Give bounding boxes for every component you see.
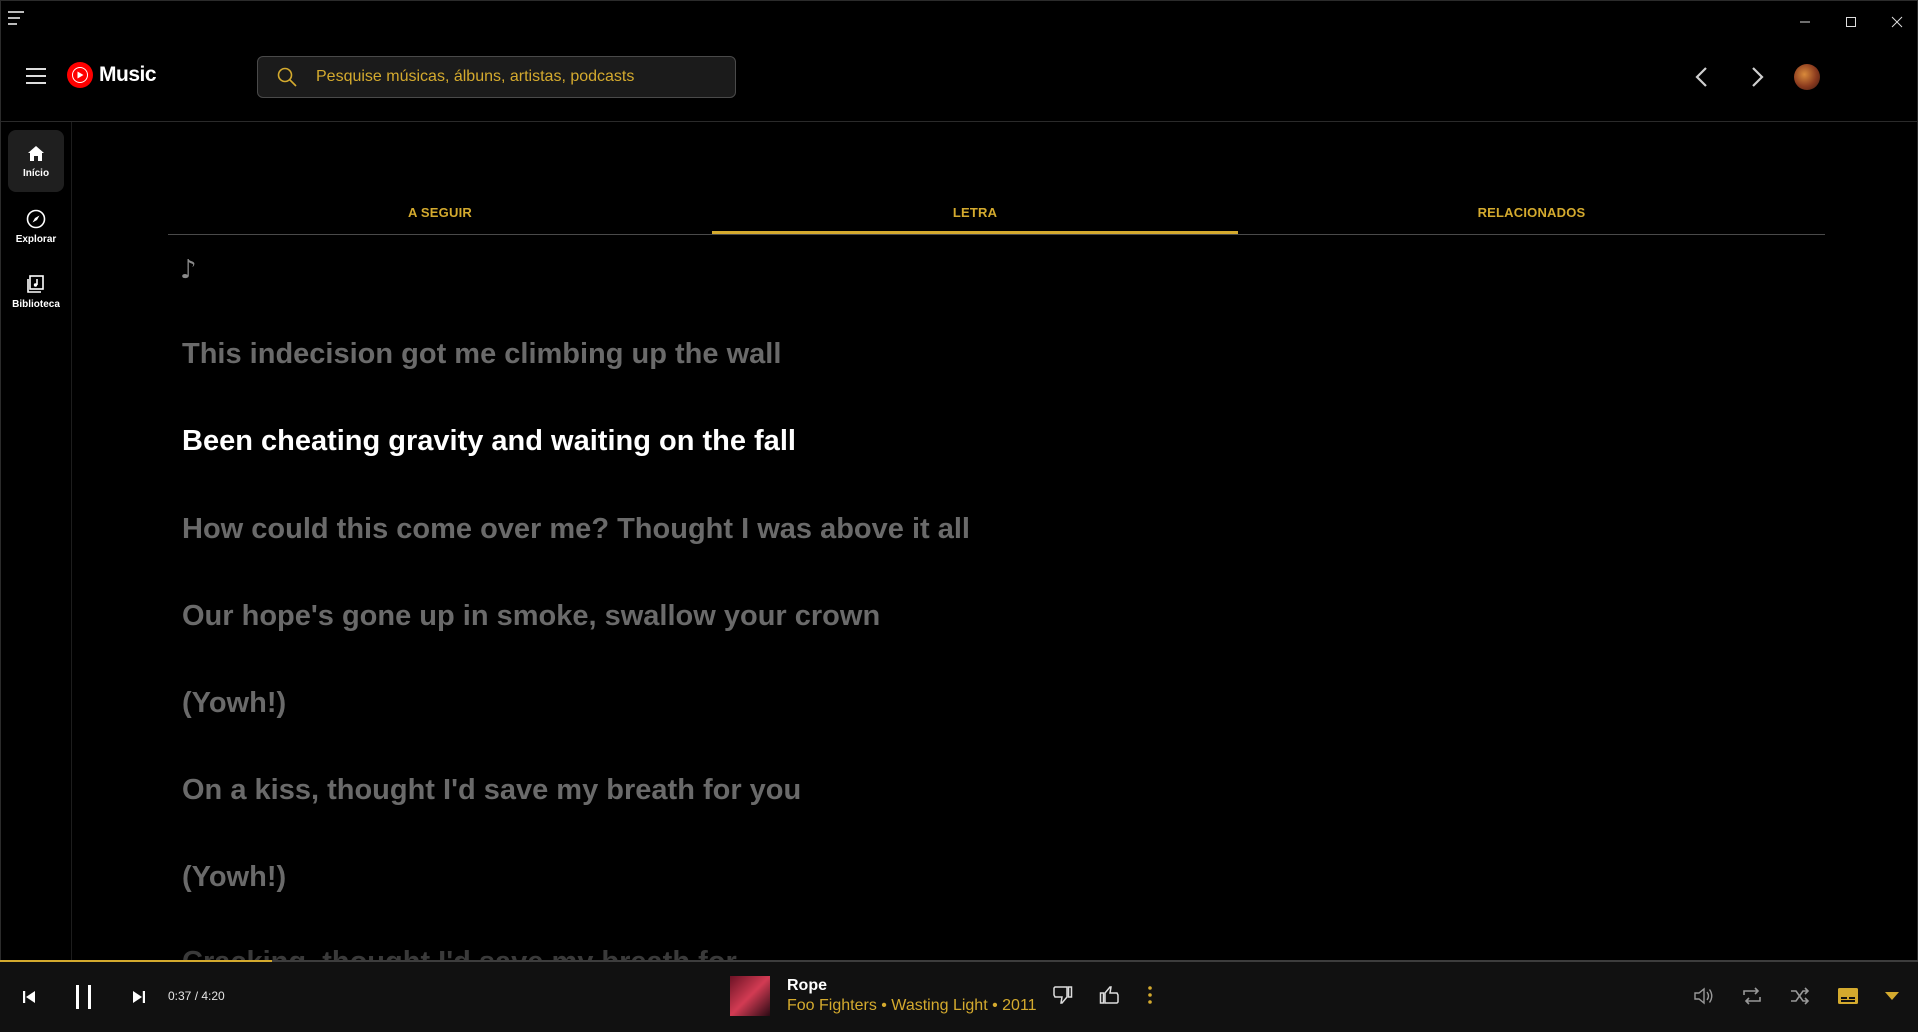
- lyric-line[interactable]: How could this come over me? Thought I w…: [182, 513, 970, 546]
- more-options-button[interactable]: [1140, 982, 1160, 1008]
- next-button[interactable]: [124, 982, 154, 1012]
- lyric-line[interactable]: This indecision got me climbing up the w…: [182, 338, 781, 371]
- logo-text: Music: [99, 63, 157, 86]
- minimize-button[interactable]: [1782, 0, 1828, 44]
- time-display: 0:37 / 4:20: [168, 989, 225, 1003]
- compass-icon: [26, 209, 46, 228]
- title-bar: [0, 0, 1918, 44]
- tab-lyrics[interactable]: LETRA: [712, 190, 1238, 234]
- volume-button[interactable]: [1690, 983, 1718, 1009]
- pause-icon: [76, 985, 91, 1009]
- close-icon: [1891, 16, 1903, 28]
- like-button[interactable]: [1096, 982, 1122, 1008]
- app-header: Music Pesquise músicas, álbuns, artistas…: [0, 44, 1918, 122]
- shuffle-icon: [1791, 987, 1810, 1005]
- maximize-button[interactable]: [1828, 0, 1874, 44]
- lyric-line[interactable]: (Yowh!): [182, 861, 286, 894]
- sidebar-item-label: Início: [22, 167, 50, 179]
- more-vert-icon: [1148, 986, 1152, 1004]
- home-icon: [28, 145, 44, 161]
- tab-bar: A SEGUIR LETRA RELACIONADOS: [168, 190, 1825, 235]
- shuffle-button[interactable]: [1786, 983, 1814, 1009]
- chevron-left-icon: [1695, 67, 1707, 87]
- pause-button[interactable]: [68, 976, 100, 1018]
- maximize-icon: [1846, 17, 1856, 27]
- youtube-music-logo[interactable]: Music: [67, 62, 157, 88]
- lyric-line-current[interactable]: Been cheating gravity and waiting on the…: [182, 425, 796, 458]
- active-tab-indicator: [712, 231, 1238, 234]
- repeat-icon: [1743, 987, 1761, 1005]
- search-icon: [277, 67, 297, 87]
- skip-previous-icon: [23, 991, 35, 1003]
- dislike-button[interactable]: [1050, 982, 1076, 1008]
- previous-button[interactable]: [14, 982, 44, 1012]
- sidebar-item-label: Biblioteca: [12, 298, 60, 310]
- chevron-right-icon: [1752, 67, 1764, 87]
- avatar[interactable]: [1794, 64, 1820, 90]
- skip-next-icon: [133, 991, 145, 1003]
- tab-related[interactable]: RELACIONADOS: [1238, 190, 1825, 234]
- song-subtitle[interactable]: Foo Fighters • Wasting Light • 2011: [787, 997, 1037, 1015]
- thumb-down-icon: [1053, 986, 1073, 1004]
- lyric-line[interactable]: Our hope's gone up in smoke, swallow you…: [182, 600, 880, 633]
- lyric-line[interactable]: On a kiss, thought I'd save my breath fo…: [182, 774, 801, 807]
- sidebar-item-home[interactable]: Início: [8, 130, 64, 192]
- player-bar: 0:37 / 4:20 Rope Foo Fighters • Wasting …: [0, 962, 1918, 1032]
- minimize-icon: [1800, 21, 1810, 23]
- tab-up-next[interactable]: A SEGUIR: [168, 190, 712, 234]
- collapse-player-button[interactable]: [1878, 983, 1906, 1009]
- lyric-line[interactable]: (Yowh!): [182, 687, 286, 720]
- song-title[interactable]: Rope: [787, 977, 827, 995]
- menu-button[interactable]: [26, 68, 46, 84]
- sidebar-item-label: Explorar: [15, 233, 57, 245]
- sidebar-item-explore[interactable]: Explorar: [8, 195, 64, 257]
- close-button[interactable]: [1874, 0, 1918, 44]
- sidebar-item-library[interactable]: Biblioteca: [8, 260, 64, 322]
- subtitles-icon: [1838, 988, 1858, 1004]
- app-menu-icon[interactable]: [8, 11, 24, 25]
- logo-icon: [67, 62, 93, 88]
- library-icon: [27, 274, 44, 293]
- thumb-up-icon: [1099, 986, 1119, 1004]
- back-button[interactable]: [1686, 61, 1718, 93]
- search-bar[interactable]: Pesquise músicas, álbuns, artistas, podc…: [257, 56, 736, 98]
- search-input[interactable]: Pesquise músicas, álbuns, artistas, podc…: [316, 68, 634, 86]
- forward-button[interactable]: [1741, 61, 1773, 93]
- lyrics-toggle-button[interactable]: [1834, 983, 1862, 1009]
- repeat-button[interactable]: [1738, 983, 1766, 1009]
- album-art[interactable]: [730, 976, 770, 1016]
- caret-down-icon: [1885, 992, 1899, 1000]
- volume-icon: [1694, 987, 1713, 1005]
- sidebar: Início Explorar Biblioteca: [0, 122, 72, 960]
- music-note-icon: ♪: [180, 255, 197, 285]
